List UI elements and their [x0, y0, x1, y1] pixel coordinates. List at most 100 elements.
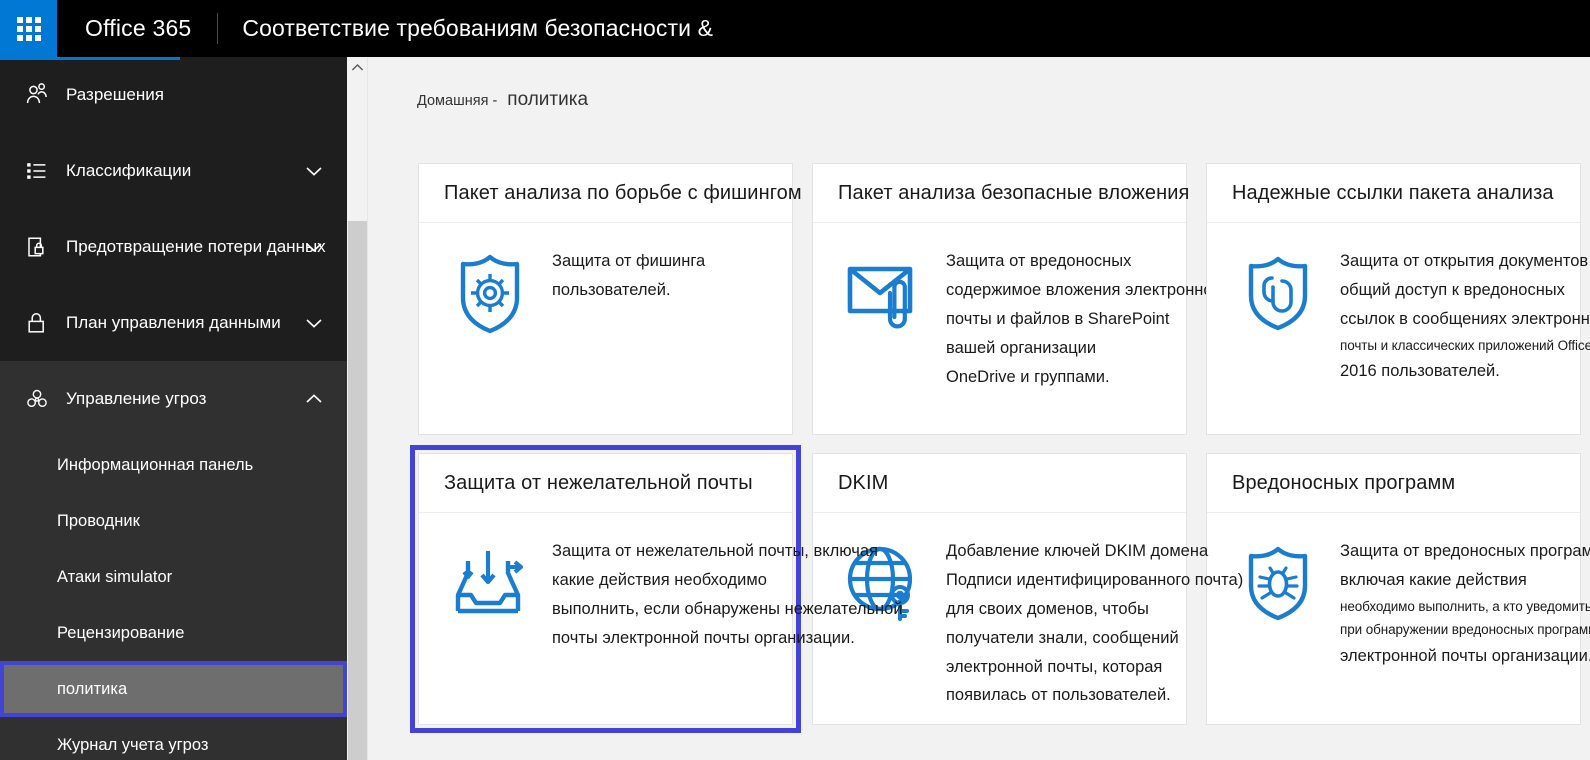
- card-body: Защита от фишинга пользователей.: [419, 223, 792, 339]
- card-line: электронной почты, которая: [946, 657, 1163, 676]
- sidebar-item-policy[interactable]: политика: [0, 661, 347, 717]
- shield-bug-malware-icon: [1232, 537, 1324, 629]
- sidebar-item-review[interactable]: Рецензирование: [0, 605, 347, 661]
- card-antispam[interactable]: Защита от нежелательной почты Защита от …: [410, 445, 903, 733]
- card-line: Защита от вредоносных: [946, 252, 1132, 270]
- card-title: Пакет анализа безопасные вложения: [838, 181, 1190, 204]
- padlock-icon: [18, 310, 56, 336]
- scrollbar-thumb[interactable]: [348, 221, 367, 760]
- chevron-down-icon[interactable]: [303, 312, 325, 334]
- card-line: Защита от фишинга: [552, 252, 706, 270]
- card-line: вашей организации: [946, 338, 1097, 357]
- card-description: Защита от нежелательной почты, включая к…: [536, 537, 903, 653]
- chevron-down-icon[interactable]: [303, 236, 325, 258]
- sidebar-item-attack-simulator[interactable]: Атаки simulator: [0, 549, 347, 605]
- sidebar-subitem-label: Журнал учета угроз: [57, 735, 209, 754]
- card-line: ссылок в сообщениях электронной: [1340, 309, 1590, 328]
- card-header: Пакет анализа по борьбе с фишингом: [419, 164, 802, 223]
- card-body: Защита от вредоносных содержимое вложени…: [813, 223, 1222, 391]
- card-line: выполнить, если обнаружены нежелательной: [552, 599, 903, 618]
- left-navigation: Разрешения Классификации Предотвращение …: [0, 57, 347, 760]
- card-line: содержимое вложения электронной: [946, 280, 1222, 299]
- card-line: Защита от открытия документов и: [1340, 252, 1590, 270]
- card-line: Защита от нежелательной почты, включая: [552, 542, 878, 560]
- chevron-up-icon[interactable]: [303, 388, 325, 410]
- card-line: при обнаружении вредоносных программ: [1340, 622, 1590, 638]
- card-atp-antiphishing[interactable]: Пакет анализа по борьбе с фишингом Защит…: [418, 163, 802, 435]
- people-permissions-icon: [18, 82, 56, 108]
- card-line: общий доступ к вредоносных: [1340, 280, 1565, 299]
- card-line: почты электронной почты организации.: [552, 628, 855, 647]
- app-root: Office 365 Соответствие требованиям безо…: [0, 0, 1590, 760]
- list-classification-icon: [18, 158, 56, 184]
- sidebar-item-classifications[interactable]: Классификации: [0, 133, 347, 209]
- card-line: включая какие действия: [1340, 570, 1527, 589]
- card-dkim[interactable]: DKIM Добавление ключей DKIM домена Подпи…: [812, 453, 1244, 725]
- card-description: Защита от вредоносных содержимое вложени…: [930, 247, 1222, 391]
- card-description: Защита от вредоносных программ, включая …: [1324, 537, 1590, 671]
- scroll-up-button[interactable]: [347, 57, 368, 77]
- inbox-filter-antispam-icon: [444, 537, 536, 629]
- card-header: Пакет анализа безопасные вложения: [813, 164, 1190, 223]
- sidebar-item-label: Классификации: [66, 161, 192, 180]
- card-description: Защита от фишинга пользователей.: [536, 247, 792, 305]
- breadcrumb-separator: -: [492, 93, 498, 109]
- suite-header-bar: Office 365 Соответствие требованиям безо…: [0, 0, 1590, 57]
- sidebar-item-data-governance[interactable]: План управления данными: [0, 285, 347, 361]
- suite-brand-label[interactable]: Office 365: [57, 0, 217, 57]
- sidebar-item-dashboard[interactable]: Информационная панель: [0, 437, 347, 493]
- card-line: получатели знали, сообщений: [946, 628, 1179, 647]
- sidebar-item-permissions[interactable]: Разрешения: [0, 57, 347, 133]
- chevron-down-icon[interactable]: [303, 160, 325, 182]
- document-lock-icon: [18, 234, 56, 260]
- card-header: Надежные ссылки пакета анализа: [1207, 164, 1580, 223]
- sidebar-subitem-label: Рецензирование: [57, 623, 185, 642]
- card-title: Пакет анализа по борьбе с фишингом: [444, 181, 802, 204]
- sidebar-item-threat-tracker[interactable]: Журнал учета угроз: [0, 717, 347, 760]
- sidebar-item-explorer[interactable]: Проводник: [0, 493, 347, 549]
- card-line: для своих доменов, чтобы: [946, 599, 1149, 618]
- card-atp-safe-links[interactable]: Надежные ссылки пакета анализа Защита от…: [1206, 163, 1590, 435]
- sidebar-item-label: Разрешения: [66, 85, 164, 104]
- card-line: 2016 пользователей.: [1340, 362, 1500, 381]
- card-line: электронной почты организации.: [1340, 647, 1590, 665]
- card-body: Защита от вредоносных программ, включая …: [1207, 513, 1590, 671]
- card-line: появилась от пользователей.: [946, 686, 1171, 705]
- sidebar-item-label: Предотвращение потери данных: [66, 237, 326, 256]
- card-header: Защита от нежелательной почты: [419, 454, 792, 513]
- envelope-paperclip-safe-attachments-icon: [838, 247, 930, 339]
- card-line: необходимо выполнить, а кто уведомить: [1340, 598, 1590, 614]
- sidebar-item-data-loss-prevention[interactable]: Предотвращение потери данных: [0, 209, 347, 285]
- card-line: пользователей.: [552, 280, 671, 299]
- card-malware[interactable]: Вредоносных программ Защита от вредоносн…: [1206, 453, 1590, 725]
- page-title: Соответствие требованиям безопасности &: [242, 15, 714, 41]
- shield-ship-wheel-antiphishing-icon: [444, 247, 536, 339]
- policy-card-grid: Пакет анализа по борьбе с фишингом Защит…: [410, 163, 1590, 733]
- card-line: Защита от вредоносных программ,: [1340, 542, 1590, 560]
- sidebar-subitem-label: Проводник: [57, 511, 140, 530]
- biohazard-threat-icon: [18, 386, 56, 412]
- sidebar-item-threat-management[interactable]: Управление угроз: [0, 361, 347, 437]
- card-title: DKIM: [838, 471, 889, 494]
- shield-link-safe-links-icon: [1232, 247, 1324, 339]
- sidebar-item-label: План управления данными: [66, 313, 281, 332]
- app-launcher-waffle-icon: [16, 16, 41, 41]
- card-line: Подписи идентифицированного почта): [946, 570, 1244, 589]
- breadcrumb: Домашняя - политика: [417, 89, 588, 111]
- card-header: DKIM: [813, 454, 1186, 513]
- card-description: Защита от открытия документов и общий до…: [1324, 247, 1590, 386]
- card-header: Вредоносных программ: [1207, 454, 1580, 513]
- sidebar-subitem-label: Информационная панель: [57, 455, 254, 474]
- app-launcher-button[interactable]: [0, 0, 57, 57]
- sidebar-group-threat-management: Управление угроз Информационная панель П…: [0, 361, 347, 760]
- sidebar-subitem-label: политика: [57, 679, 128, 698]
- card-atp-safe-attachments[interactable]: Пакет анализа безопасные вложения Защита…: [812, 163, 1222, 435]
- sidebar-subitem-label: Атаки simulator: [57, 567, 173, 586]
- card-line: почты и классических приложений Office: [1340, 337, 1590, 353]
- card-title: Вредоносных программ: [1232, 471, 1456, 494]
- card-title: Надежные ссылки пакета анализа: [1232, 181, 1554, 204]
- breadcrumb-home-link[interactable]: Домашняя: [417, 93, 488, 109]
- card-line: Добавление ключей DKIM домена: [946, 542, 1209, 560]
- card-line: почты и файлов в SharePoint: [946, 309, 1170, 328]
- vertical-scrollbar[interactable]: [347, 57, 368, 760]
